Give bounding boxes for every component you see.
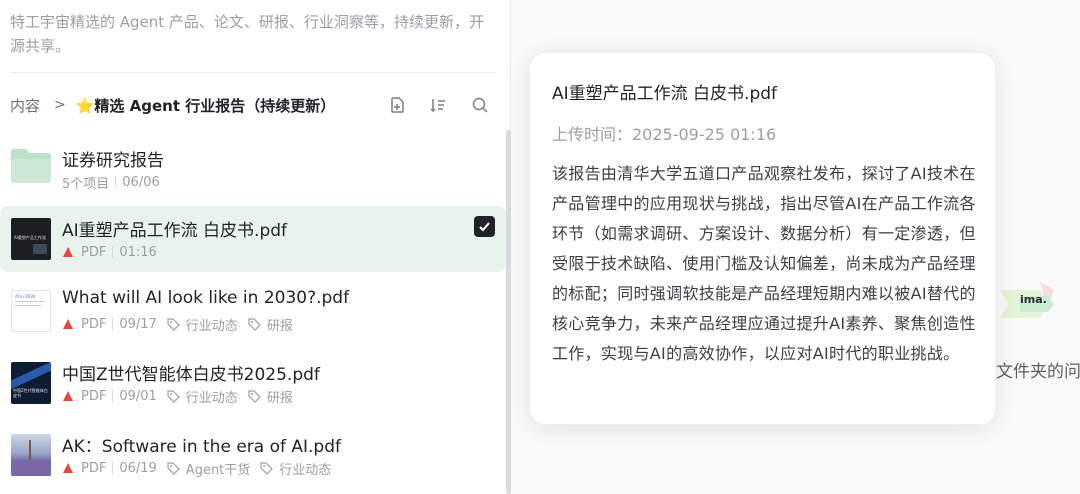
item-meta: PDF 06/19 Agent干货 行业动态 — [62, 459, 331, 478]
sidebar: 特工宇宙精选的 Agent 产品、论文、研报、行业洞察等，持续更新，开源共享。 … — [0, 0, 511, 494]
item-tag[interactable]: 研报 — [267, 315, 293, 334]
item-tag[interactable]: 行业动态 — [186, 315, 238, 334]
pdf-thumbnail — [11, 434, 51, 476]
logo-text: ima. — [1020, 293, 1047, 306]
select-checkbox[interactable] — [474, 216, 495, 237]
meta-separator — [112, 318, 114, 330]
item-meta: PDF 09/01 行业动态 研报 — [62, 387, 293, 406]
divider — [10, 72, 496, 73]
pdf-thumbnail: AI重塑产品工作流 — [11, 218, 51, 260]
check-icon — [479, 222, 490, 232]
item-meta: PDF 01:16 — [62, 243, 157, 261]
pdf-icon — [63, 319, 73, 329]
breadcrumb-separator: > — [54, 97, 66, 113]
pdf-thumbnail: 中国Z世代智能体白皮书 — [11, 362, 51, 404]
item-date: 06/19 — [119, 460, 157, 476]
file-preview-popup: AI重塑产品工作流 白皮书.pdf 上传时间：2025-09-25 01:16 … — [529, 52, 996, 425]
tag-icon — [248, 317, 261, 331]
breadcrumb: 内容 > ⭐精选 Agent 行业报告（持续更新） — [10, 92, 335, 118]
item-date: 09/01 — [119, 388, 157, 404]
list-item[interactable]: AI重塑产品工作流 AI重塑产品工作流 白皮书.pdf PDF 01:16 — [0, 206, 506, 272]
ima-logo: ima. — [994, 276, 1064, 326]
tag-icon — [167, 461, 180, 475]
item-tag[interactable]: 行业动态 — [279, 459, 331, 478]
item-title: AI重塑产品工作流 白皮书.pdf — [62, 221, 288, 241]
tag-icon — [260, 461, 274, 475]
pdf-thumbnail: AI in 2030 — [11, 290, 51, 332]
folder-icon — [11, 146, 51, 186]
item-title: What will AI look like in 2030?.pdf — [62, 288, 350, 308]
item-date: 09/17 — [119, 316, 157, 332]
file-type: PDF — [81, 460, 107, 476]
pdf-icon — [63, 247, 73, 257]
item-tag[interactable]: 行业动态 — [186, 387, 238, 406]
tag-icon — [167, 389, 180, 403]
item-date: 06/06 — [122, 174, 160, 190]
item-count: 5个项目 — [62, 176, 110, 192]
thumbnail-text: 中国Z世代智能体白皮书 — [13, 388, 48, 398]
pdf-icon — [63, 391, 73, 401]
list-item[interactable]: 证券研究报告 5个项目 06/06 — [0, 136, 506, 202]
file-type: PDF — [81, 316, 107, 332]
item-title: 证券研究报告 — [62, 151, 164, 171]
thumbnail-line — [15, 301, 45, 302]
item-tag[interactable]: Agent干货 — [186, 459, 250, 478]
file-summary: 该报告由清华大学五道口产品观察社发布，探讨了AI技术在产品管理中的应用现状与挑战… — [552, 164, 976, 363]
tag-icon — [167, 317, 180, 331]
list-item[interactable]: AK：Software in the era of AI.pdf PDF 06/… — [0, 422, 506, 488]
meta-separator — [112, 390, 114, 402]
file-type: PDF — [81, 388, 107, 404]
thumbnail-graphic — [29, 440, 31, 462]
item-tag[interactable]: 研报 — [267, 387, 293, 406]
thumbnail-graphic — [11, 362, 51, 391]
tag-icon — [248, 389, 261, 403]
sort-icon[interactable] — [427, 94, 449, 116]
item-date: 01:16 — [119, 244, 157, 260]
thumbnail-text: AI in 2030 — [15, 294, 36, 299]
meta-separator — [115, 176, 117, 188]
meta-separator — [112, 246, 114, 258]
pdf-icon — [63, 463, 73, 473]
thumbnail-graphic — [11, 460, 51, 476]
item-title: 中国Z世代智能体白皮书2025.pdf — [62, 365, 320, 385]
thumbnail-graphic — [33, 244, 47, 254]
popup-title: AI重塑产品工作流 白皮书.pdf — [552, 84, 778, 104]
item-meta: 5个项目 06/06 — [62, 173, 160, 192]
knowledge-base-description: 特工宇宙精选的 Agent 产品、论文、研报、行业洞察等，持续更新，开源共享。 — [10, 13, 484, 55]
list-item[interactable]: 中国Z世代智能体白皮书 中国Z世代智能体白皮书2025.pdf PDF 09/0… — [0, 350, 506, 416]
add-doc-icon[interactable] — [386, 94, 408, 116]
item-title: AK：Software in the era of AI.pdf — [62, 437, 341, 457]
search-icon[interactable] — [469, 94, 491, 116]
meta-separator — [112, 462, 114, 474]
upload-time: 上传时间：2025-09-25 01:16 — [552, 125, 777, 144]
thumbnail-line — [15, 305, 41, 306]
list-item[interactable]: AI in 2030 What will AI look like in 203… — [0, 278, 506, 344]
item-meta: PDF 09/17 行业动态 研报 — [62, 315, 293, 334]
thumbnail-text: AI重塑产品工作流 — [14, 235, 46, 240]
breadcrumb-current: ⭐精选 Agent 行业报告（持续更新） — [75, 96, 336, 115]
file-type: PDF — [81, 244, 107, 260]
breadcrumb-root[interactable]: 内容 — [10, 95, 40, 116]
background-hint-text: 文件夹的问题 — [996, 362, 1080, 382]
